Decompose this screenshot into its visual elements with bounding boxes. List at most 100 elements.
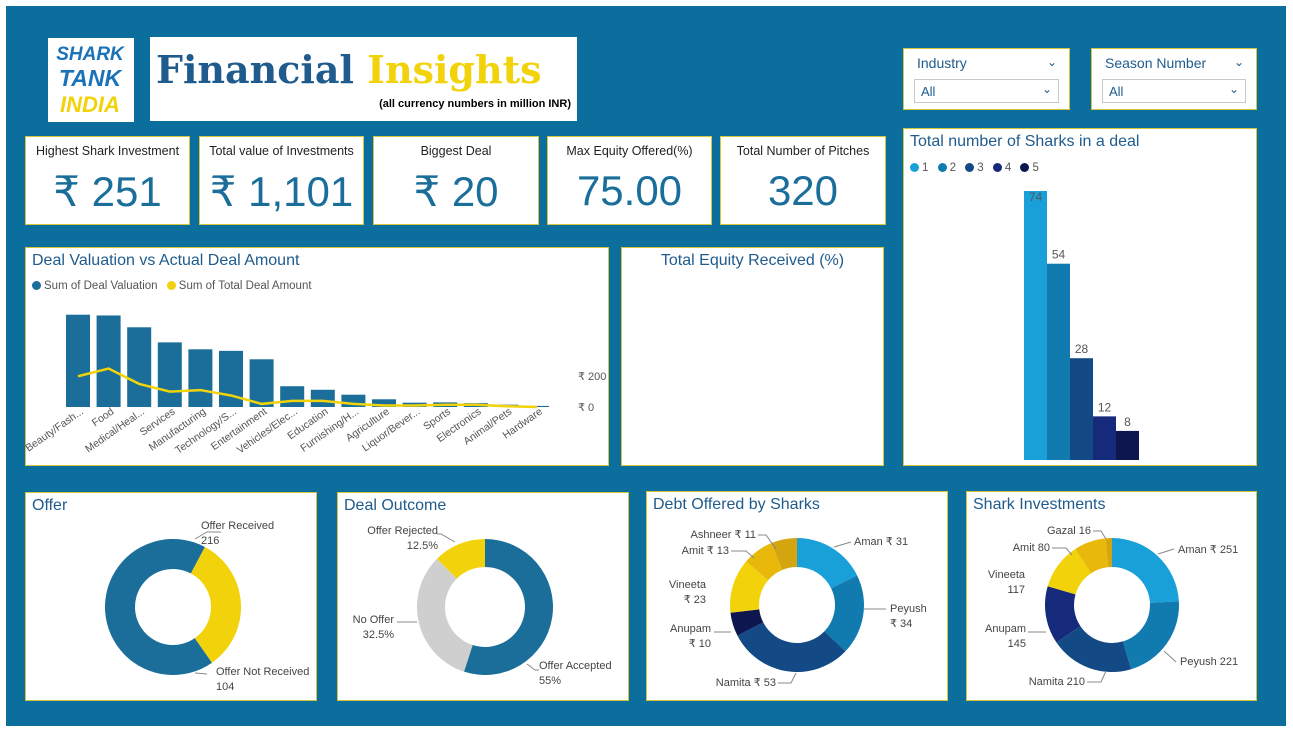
equity-chart-card: Total Equity Received (%) bbox=[621, 247, 884, 466]
valuation-bar[interactable] bbox=[127, 327, 152, 407]
offer-data-label: Offer Not Received bbox=[216, 666, 309, 678]
page-subtitle: (all currency numbers in million INR) bbox=[379, 98, 571, 110]
kpi-value: ₹ 20 bbox=[413, 168, 499, 215]
y-tick-label: ₹ 0 bbox=[578, 402, 594, 414]
data-label: 28 bbox=[1075, 342, 1089, 356]
investments-data-label: Aman ₹ 251 bbox=[1178, 544, 1238, 556]
sharks-count-bar[interactable] bbox=[1047, 263, 1070, 460]
data-label: 12 bbox=[1098, 400, 1112, 414]
debt-donut[interactable]: Ashneer ₹ 11 Amit ₹ 13 Vineeta ₹ 23 Anupam ₹ … bbox=[646, 491, 948, 701]
page-title: Financial Insights bbox=[156, 47, 542, 92]
outcome-chart-card: Deal Outcome Offer Rejected 12.5% No Offer… bbox=[337, 492, 629, 701]
debt-data-label: Anupam bbox=[670, 623, 711, 635]
leader-line[interactable] bbox=[437, 533, 456, 543]
industry-dropdown[interactable]: All ⌄ bbox=[914, 79, 1059, 103]
sharks-count-bar[interactable] bbox=[1070, 358, 1093, 460]
debt-data-label: ₹ 34 bbox=[890, 618, 912, 630]
season-selected-value: All bbox=[1109, 84, 1124, 99]
debt-data-label: Aman ₹ 31 bbox=[854, 536, 908, 548]
offer-data-label: Offer Received bbox=[201, 520, 274, 532]
debt-chart-card: Debt Offered by Sharks Ashneer ₹ 11 Amit … bbox=[646, 491, 948, 701]
valuation-bar[interactable] bbox=[249, 359, 274, 407]
valuation-bar[interactable] bbox=[157, 342, 182, 407]
valuation-chart-plot[interactable]: Beauty/Fash... FoodMedical/Heal...Service… bbox=[25, 247, 609, 466]
kpi-max-equity-offered: Max Equity Offered(%) 75.00 bbox=[547, 136, 712, 225]
season-dropdown[interactable]: All ⌄ bbox=[1102, 79, 1246, 103]
investments-slice[interactable] bbox=[1122, 601, 1179, 670]
data-label: 74 bbox=[1029, 190, 1043, 204]
kpi-biggest-deal: Biggest Deal ₹ 20 bbox=[373, 136, 539, 225]
valuation-bar[interactable] bbox=[96, 315, 121, 407]
sharks-count-bar[interactable] bbox=[1116, 430, 1139, 460]
leader-line[interactable] bbox=[833, 541, 852, 548]
sharks-count-bar[interactable] bbox=[1093, 416, 1116, 460]
investments-data-label: Gazal 16 bbox=[1047, 525, 1091, 537]
investments-data-label: 145 bbox=[1008, 638, 1026, 650]
investments-donut[interactable]: Gazal 16 Amit 80 Vineeta 117 Anupam 145 Namita… bbox=[966, 491, 1257, 701]
valuation-bar[interactable] bbox=[66, 314, 90, 407]
outcome-slice[interactable] bbox=[417, 558, 473, 672]
chevron-down-icon[interactable]: ⌄ bbox=[1047, 55, 1057, 69]
chevron-down-icon[interactable]: ⌄ bbox=[1042, 82, 1052, 96]
outcome-data-label: 12.5% bbox=[407, 540, 438, 552]
season-slicer[interactable]: Season Number ⌄ All ⌄ bbox=[1091, 48, 1257, 110]
y-tick-label: ₹ 200 bbox=[578, 371, 606, 383]
kpi-value: 320 bbox=[767, 167, 839, 214]
leader-line[interactable] bbox=[194, 672, 208, 675]
title-word-insights: Insights bbox=[367, 47, 542, 92]
outcome-data-label: 55% bbox=[539, 675, 561, 687]
outcome-data-label: Offer Rejected bbox=[367, 525, 438, 537]
debt-data-label: ₹ 10 bbox=[689, 638, 711, 650]
data-label: 8 bbox=[1124, 415, 1131, 429]
valuation-chart-card: Deal Valuation vs Actual Deal Amount Sum… bbox=[25, 247, 609, 466]
sharks-count-plot[interactable]: 74 54 28 12 8 bbox=[903, 128, 1257, 466]
investments-data-label: Vineeta bbox=[988, 569, 1026, 581]
page-title-box: Financial Insights (all currency numbers… bbox=[150, 37, 577, 121]
kpi-total-investments: Total value of Investments ₹ 1,101 bbox=[199, 136, 364, 225]
offer-data-label: 216 bbox=[201, 535, 219, 547]
industry-selected-value: All bbox=[921, 84, 936, 99]
leader-line[interactable] bbox=[1163, 650, 1177, 663]
offer-slice[interactable] bbox=[104, 539, 213, 675]
debt-data-label: Peyush bbox=[890, 603, 927, 615]
outcome-data-label: 32.5% bbox=[363, 629, 394, 641]
valuation-bar[interactable] bbox=[188, 349, 213, 407]
chevron-down-icon[interactable]: ⌄ bbox=[1234, 55, 1244, 69]
kpi-label: Biggest Deal bbox=[420, 144, 492, 158]
leader-line[interactable] bbox=[778, 672, 797, 684]
data-label: 54 bbox=[1052, 248, 1066, 262]
industry-slicer-label: Industry bbox=[917, 55, 967, 71]
debt-data-label: Namita ₹ 53 bbox=[716, 677, 776, 689]
industry-slicer[interactable]: Industry ⌄ All ⌄ bbox=[903, 48, 1070, 110]
shark-tank-india-logo: SHARK TANK INDIA bbox=[48, 38, 134, 122]
debt-data-label: Amit ₹ 13 bbox=[682, 545, 729, 557]
outcome-data-label: Offer Accepted bbox=[539, 660, 612, 672]
offer-chart-card: Offer Offer Received 216 Offer Not Receive… bbox=[25, 492, 317, 701]
kpi-label: Total value of Investments bbox=[209, 144, 354, 158]
kpi-label: Max Equity Offered(%) bbox=[566, 144, 693, 158]
leader-line[interactable] bbox=[1087, 670, 1107, 683]
logo-line-3: INDIA bbox=[60, 92, 120, 117]
x-tick-label: Medical/Heal... bbox=[83, 406, 147, 456]
leader-line[interactable] bbox=[1093, 530, 1107, 540]
offer-donut[interactable]: Offer Received 216 Offer Not Received 104 bbox=[25, 492, 317, 701]
debt-data-label: Vineeta bbox=[669, 579, 707, 591]
investments-data-label: Peyush 221 bbox=[1180, 656, 1238, 668]
season-slicer-label: Season Number bbox=[1105, 55, 1207, 71]
leader-line[interactable] bbox=[526, 663, 539, 671]
outcome-data-label: No Offer bbox=[353, 614, 395, 626]
offer-data-label: 104 bbox=[216, 681, 234, 693]
kpi-label: Total Number of Pitches bbox=[736, 144, 870, 158]
sharks-count-bar[interactable] bbox=[1024, 191, 1047, 460]
investments-slice[interactable] bbox=[1112, 538, 1179, 603]
leader-line[interactable] bbox=[1157, 548, 1175, 555]
chevron-down-icon[interactable]: ⌄ bbox=[1229, 82, 1239, 96]
x-tick-label: Beauty/Fash... bbox=[25, 406, 86, 455]
valuation-bar[interactable] bbox=[280, 386, 305, 407]
outcome-donut[interactable]: Offer Rejected 12.5% No Offer 32.5% Offer Ac… bbox=[337, 492, 629, 701]
valuation-bar[interactable] bbox=[310, 389, 335, 407]
debt-data-label: ₹ 23 bbox=[684, 594, 706, 606]
title-word-financial: Financial bbox=[156, 47, 354, 92]
investments-data-label: 117 bbox=[1007, 584, 1025, 596]
kpi-value: 75.00 bbox=[576, 167, 683, 214]
